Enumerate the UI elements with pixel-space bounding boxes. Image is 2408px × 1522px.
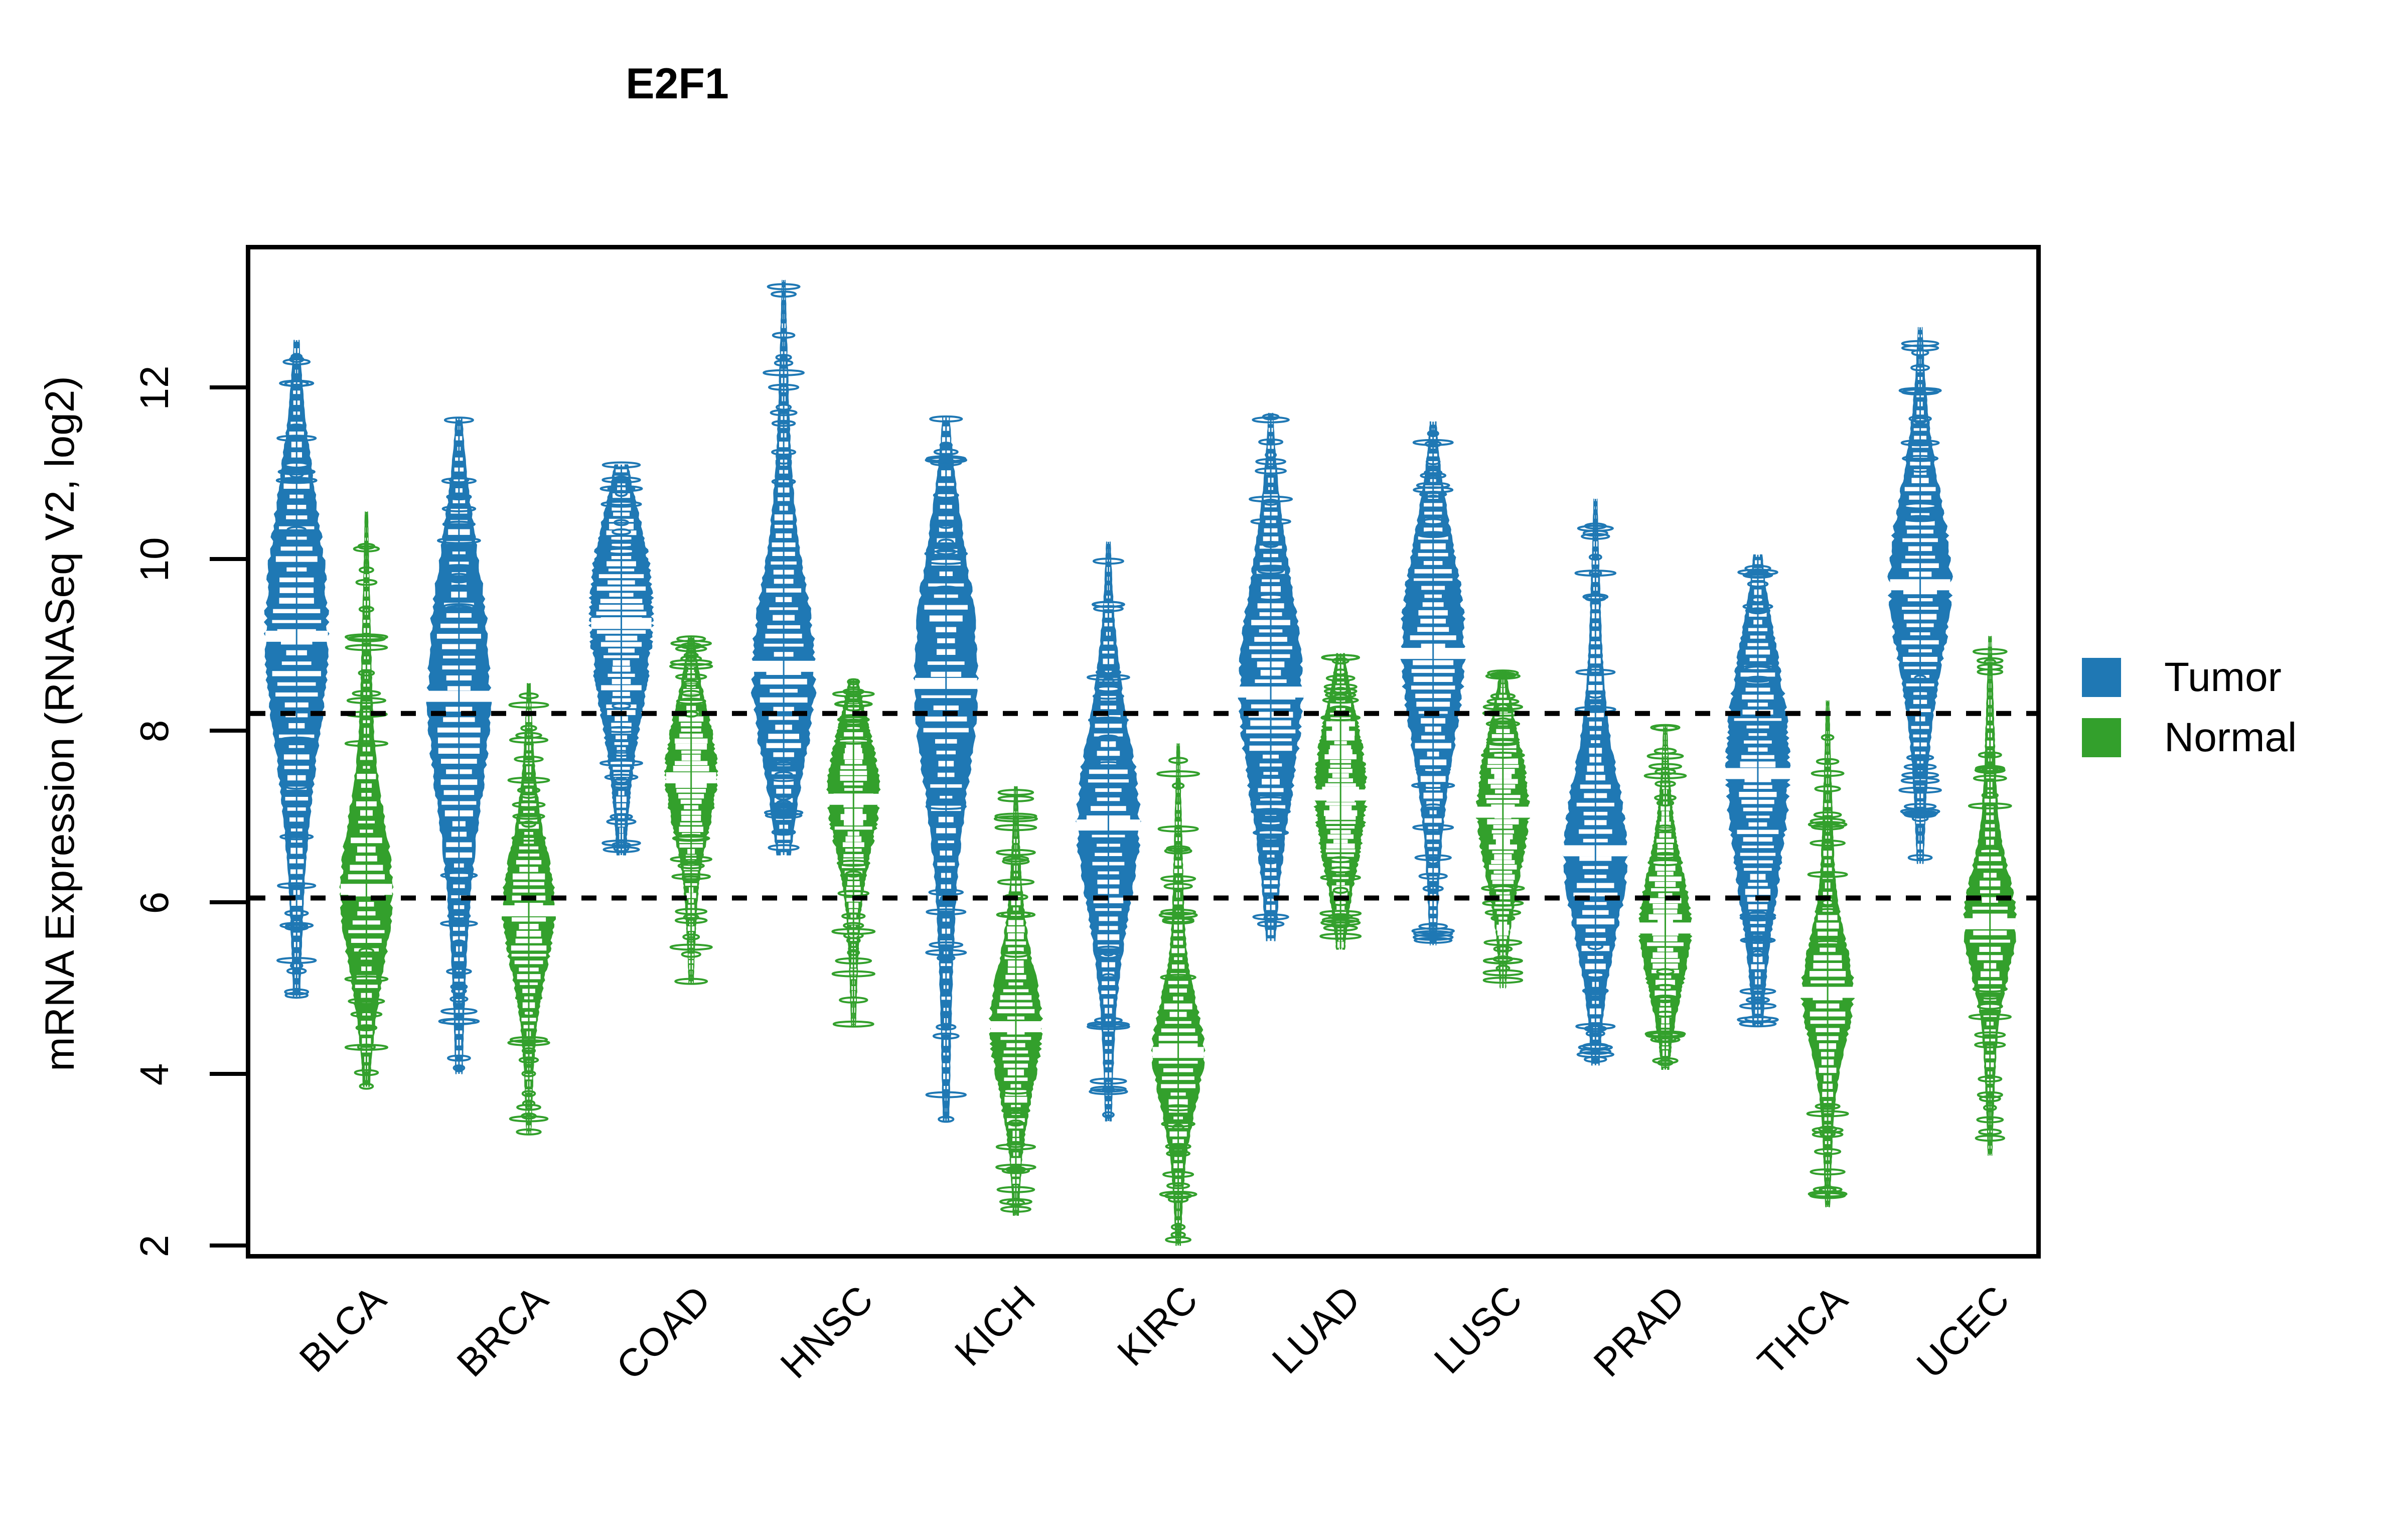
violin-normal-hnsc — [826, 677, 881, 1029]
legend-item-normal[interactable]: Normal — [2082, 708, 2393, 768]
y-tick-label: 12 — [132, 365, 177, 410]
y-tick-mark — [210, 729, 246, 733]
legend-label-normal: Normal — [2164, 715, 2297, 760]
y-tick-mark — [210, 557, 246, 561]
violin-tumor-thca — [1725, 552, 1791, 1029]
violin-tumor-kirc — [1075, 539, 1141, 1124]
violin-tumor-brca — [425, 414, 493, 1076]
y-axis-title: mRNA Expression (RNASeq V2, log2) — [37, 376, 83, 1071]
page-title: E2F1 — [626, 60, 729, 108]
violin-normal-luad — [1312, 650, 1369, 951]
violin-tumor-luad — [1238, 411, 1304, 943]
violin-tumor-prad — [1562, 497, 1628, 1067]
y-tick-label: 2 — [132, 1234, 177, 1258]
y-tick-label: 6 — [132, 891, 177, 914]
violin-tumor-hnsc — [750, 278, 817, 858]
chart-root: E2F1 mRNA Expression (RNASeq V2, log2) 2… — [0, 0, 2408, 1505]
violin-tumor-ucec — [1887, 325, 1953, 867]
violin-normal-coad — [664, 635, 718, 987]
legend-item-tumor[interactable]: Tumor — [2082, 647, 2393, 708]
y-tick-label: 4 — [132, 1063, 177, 1086]
violin-tumor-kich — [913, 414, 979, 1124]
plot-area — [246, 245, 2041, 1259]
y-tick-label: 8 — [132, 720, 177, 743]
legend-label-tumor: Tumor — [2164, 654, 2282, 700]
violin-normal-blca — [339, 509, 394, 1090]
y-tick-mark — [210, 1243, 246, 1248]
y-tick-label: 10 — [132, 537, 177, 582]
y-tick-mark — [210, 1072, 246, 1076]
legend-swatch-normal — [2082, 718, 2121, 757]
violin-normal-brca — [501, 680, 557, 1137]
violin-normal-lusc — [1475, 668, 1531, 991]
legend-swatch-tumor — [2082, 658, 2121, 697]
violin-tumor-lusc — [1399, 419, 1467, 947]
legend: Tumor Normal — [2082, 647, 2393, 768]
violin-tumor-coad — [588, 461, 655, 857]
y-tick-mark — [210, 385, 246, 389]
violin-normal-thca — [1800, 699, 1856, 1209]
violin-plot-canvas — [250, 278, 2036, 1248]
violin-normal-kich — [988, 785, 1043, 1217]
y-tick-mark — [210, 900, 246, 904]
violin-normal-kirc — [1151, 741, 1206, 1248]
